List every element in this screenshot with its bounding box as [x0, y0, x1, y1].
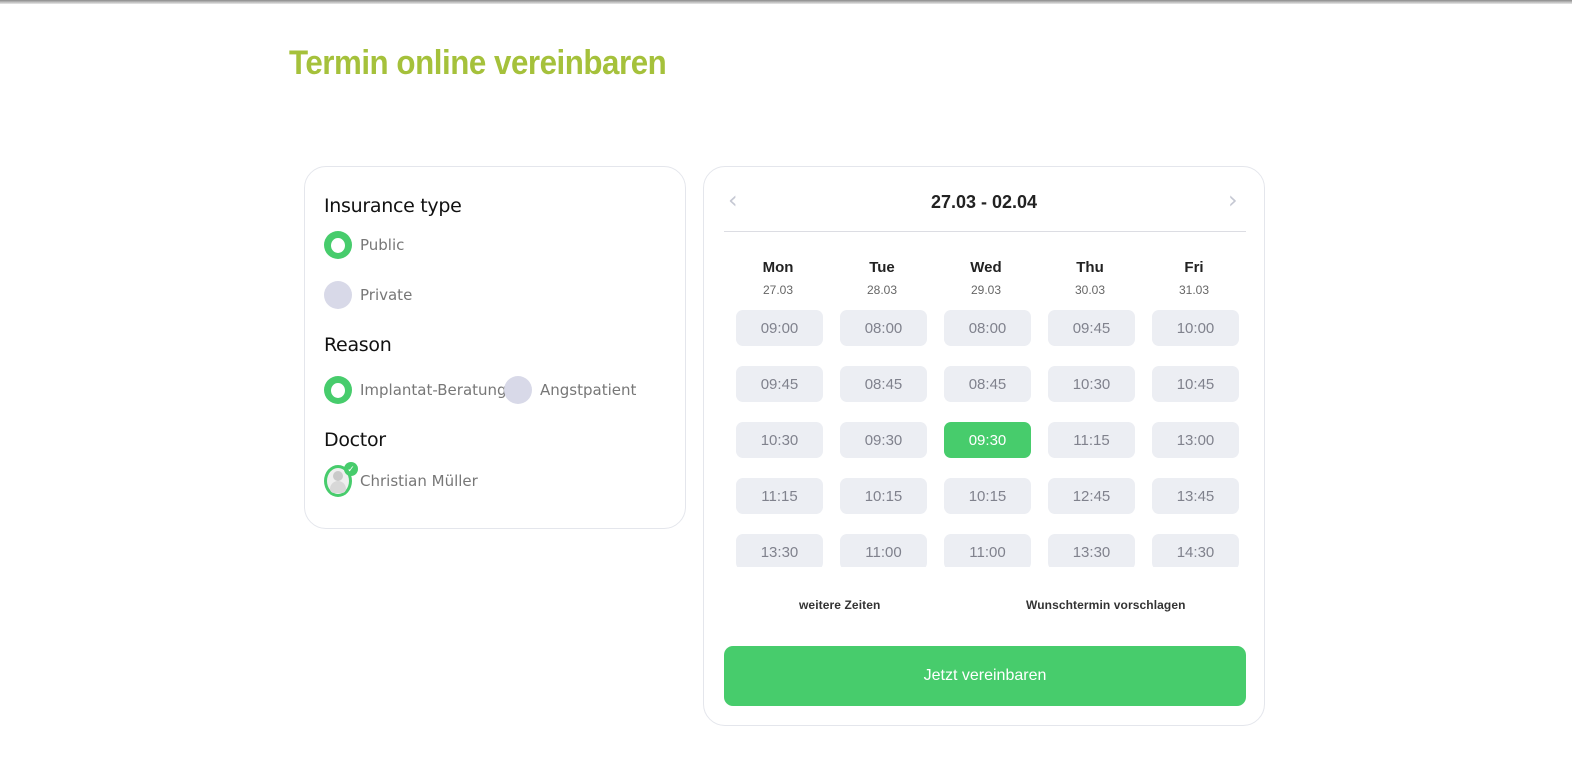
insurance-option-public[interactable]: Public	[324, 231, 404, 259]
day-column-header: Thu 30.03	[1045, 259, 1135, 297]
day-column-header: Mon 27.03	[733, 259, 823, 297]
doctor-option[interactable]: ✓ Christian Müller	[324, 462, 478, 497]
radio-unselected-icon[interactable]	[324, 281, 352, 309]
time-slot-grid[interactable]: 09:00 09:45 10:30 11:15 13:30 08:00 08:45 09:30…	[704, 307, 1264, 567]
time-slot[interactable]: 09:45	[1048, 310, 1135, 346]
day-name: Tue	[869, 259, 895, 276]
time-slot[interactable]: 10:15	[944, 478, 1031, 514]
day-name: Mon	[762, 259, 794, 276]
time-slot[interactable]: 10:15	[840, 478, 927, 514]
insurance-option-private[interactable]: Private	[324, 281, 412, 309]
day-column-header: Fri 31.03	[1149, 259, 1239, 297]
radio-selected-icon[interactable]	[324, 231, 352, 259]
submit-appointment-button[interactable]: Jetzt vereinbaren	[724, 646, 1246, 706]
radio-selected-icon[interactable]	[324, 376, 352, 404]
week-range-label: 27.03 - 02.04	[930, 192, 1038, 212]
day-name: Thu	[1076, 259, 1104, 276]
avatar-head-shape	[333, 471, 343, 481]
calendar-card: ‹ 27.03 - 02.04 › Mon 27.03 Tue 28.03 Wed 29.…	[703, 166, 1265, 726]
time-slot[interactable]: 08:00	[944, 310, 1031, 346]
day-date: 31.03	[1178, 283, 1210, 297]
time-slot[interactable]: 13:00	[1152, 422, 1239, 458]
time-slot[interactable]: 10:30	[1048, 366, 1135, 402]
reason-heading: Reason	[324, 334, 392, 356]
time-slot[interactable]: 11:00	[944, 534, 1031, 567]
time-slot[interactable]: 13:30	[736, 534, 823, 567]
doctor-avatar[interactable]: ✓	[324, 462, 358, 497]
avatar-body-shape	[330, 481, 346, 493]
day-column-header: Tue 28.03	[837, 259, 927, 297]
reason-option-label: Angstpatient	[540, 381, 637, 399]
time-slot[interactable]: 08:45	[840, 366, 927, 402]
doctor-heading: Doctor	[324, 429, 386, 451]
day-date: 27.03	[762, 283, 794, 297]
insurance-option-label: Private	[360, 286, 413, 304]
page-title: Termin online vereinbaren	[289, 44, 667, 82]
time-slot-selected[interactable]: 09:30	[944, 422, 1031, 458]
day-column-header: Wed 29.03	[941, 259, 1031, 297]
header-divider	[724, 231, 1246, 232]
insurance-option-label: Public	[360, 236, 405, 254]
time-slot[interactable]: 11:15	[1048, 422, 1135, 458]
suggest-time-link[interactable]: Wunschtermin vorschlagen	[1026, 598, 1186, 612]
time-slot[interactable]: 10:30	[736, 422, 823, 458]
day-name: Fri	[1184, 259, 1204, 276]
insurance-type-heading: Insurance type	[324, 195, 462, 217]
time-slot[interactable]: 10:45	[1152, 366, 1239, 402]
time-slot[interactable]: 12:45	[1048, 478, 1135, 514]
more-times-link[interactable]: weitere Zeiten	[799, 598, 880, 612]
time-slot[interactable]: 13:30	[1048, 534, 1135, 567]
reason-option-angstpatient[interactable]: Angstpatient	[504, 376, 636, 404]
time-slot[interactable]: 13:45	[1152, 478, 1239, 514]
time-slot[interactable]: 11:15	[736, 478, 823, 514]
time-slot[interactable]: 09:00	[736, 310, 823, 346]
filter-card: Insurance type Public Private Reason Imp…	[304, 166, 686, 529]
chevron-right-icon[interactable]: ›	[1228, 187, 1238, 213]
day-name: Wed	[970, 259, 1002, 276]
time-slot[interactable]: 09:30	[840, 422, 927, 458]
time-slot[interactable]: 10:00	[1152, 310, 1239, 346]
time-slot[interactable]: 14:30	[1152, 534, 1239, 567]
top-shadow-bar	[0, 0, 1572, 4]
time-slot[interactable]: 08:45	[944, 366, 1031, 402]
time-slot[interactable]: 08:00	[840, 310, 927, 346]
time-slot[interactable]: 09:45	[736, 366, 823, 402]
radio-unselected-icon[interactable]	[504, 376, 532, 404]
check-icon: ✓	[344, 462, 358, 476]
day-date: 28.03	[866, 283, 898, 297]
reason-option-implantat-beratung[interactable]: Implantat-Beratung	[324, 376, 507, 404]
doctor-name: Christian Müller	[360, 472, 478, 490]
reason-option-label: Implantat-Beratung	[360, 381, 507, 399]
time-slot[interactable]: 11:00	[840, 534, 927, 567]
day-date: 30.03	[1074, 283, 1106, 297]
day-date: 29.03	[970, 283, 1002, 297]
